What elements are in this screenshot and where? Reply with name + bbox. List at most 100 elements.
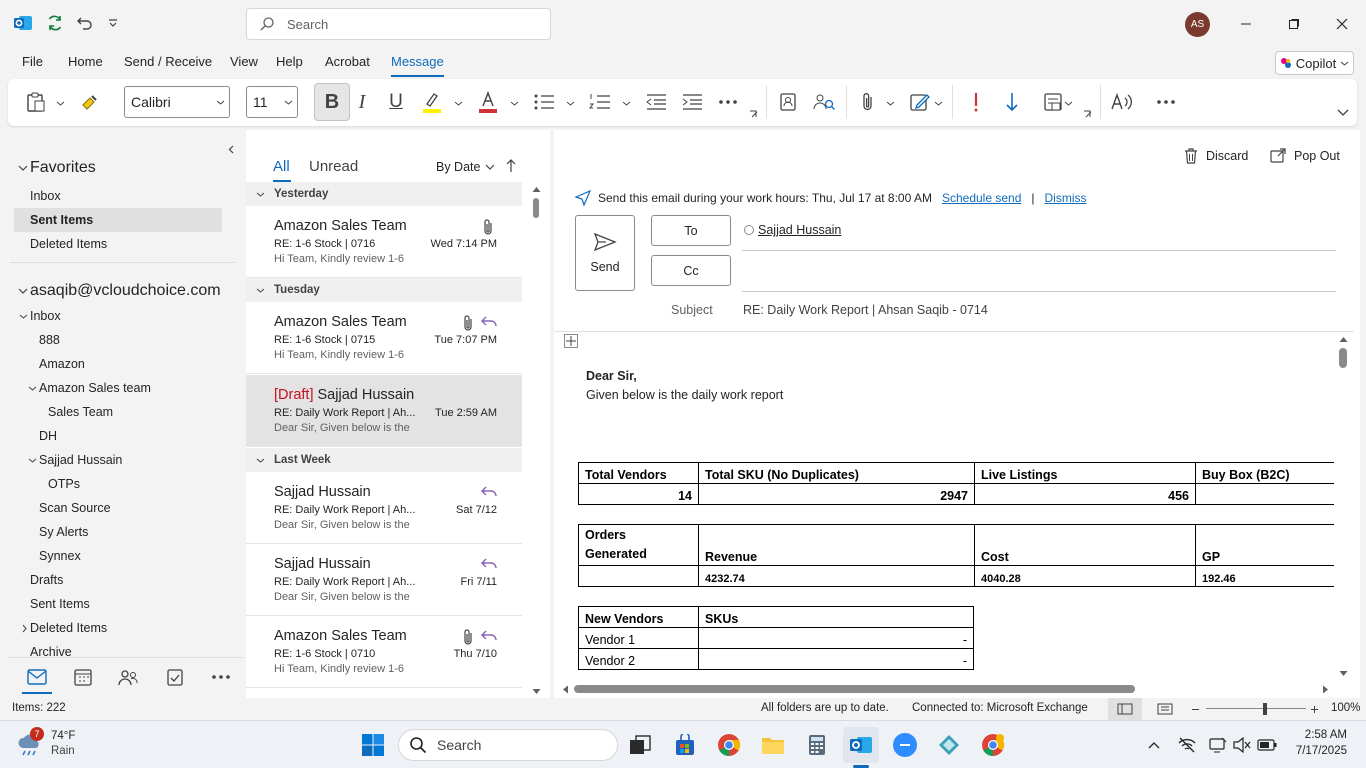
dismiss-link[interactable]: Dismiss bbox=[1045, 191, 1087, 205]
format-painter-icon[interactable] bbox=[76, 88, 104, 116]
message-item[interactable]: Sajjad Hussain RE: Daily Work Report | A… bbox=[246, 472, 522, 544]
paste-dropdown-icon[interactable] bbox=[54, 97, 66, 109]
folder-amazon-sales-team[interactable]: Amazon Sales team bbox=[26, 376, 151, 400]
copilot-button[interactable]: Copilot bbox=[1275, 51, 1354, 75]
folder-otps[interactable]: OTPs bbox=[48, 472, 80, 496]
numbering-icon[interactable] bbox=[586, 88, 614, 116]
fav-sent-items[interactable]: Sent Items bbox=[14, 208, 222, 232]
decrease-indent-icon[interactable] bbox=[642, 88, 670, 116]
scroll-right-icon[interactable] bbox=[1320, 684, 1330, 694]
search-box[interactable]: Search bbox=[246, 8, 551, 40]
folder-sajjad-hussain[interactable]: Sajjad Hussain bbox=[26, 448, 122, 472]
read-aloud-icon[interactable] bbox=[1108, 88, 1136, 116]
message-item[interactable]: Amazon Sales Team RE: 1-6 Stock | 0710 H… bbox=[246, 616, 522, 688]
menu-message[interactable]: Message bbox=[391, 54, 444, 77]
increase-indent-icon[interactable] bbox=[678, 88, 706, 116]
schedule-send-link[interactable]: Schedule send bbox=[942, 191, 1021, 205]
message-body[interactable]: Dear Sir, Given below is the daily work … bbox=[554, 332, 1334, 680]
weather-widget[interactable]: 7 74°F Rain bbox=[14, 727, 94, 763]
tab-all[interactable]: All bbox=[273, 158, 290, 175]
subject-field[interactable]: RE: Daily Work Report | Ahsan Saqib - 07… bbox=[743, 303, 988, 317]
menu-help[interactable]: Help bbox=[276, 54, 303, 72]
zoom-in-icon[interactable] bbox=[1308, 702, 1320, 716]
scroll-down-icon[interactable] bbox=[1338, 668, 1348, 678]
font-color-dropdown-icon[interactable] bbox=[508, 97, 520, 109]
templates-dropdown-icon[interactable] bbox=[1062, 97, 1074, 109]
send-button[interactable]: Send bbox=[575, 215, 635, 291]
underline-button[interactable]: U bbox=[384, 89, 408, 115]
body-vertical-scrollbar[interactable] bbox=[1336, 334, 1350, 680]
signature-icon[interactable] bbox=[906, 88, 934, 116]
discard-button[interactable]: Discard bbox=[1184, 148, 1248, 164]
fav-inbox[interactable]: Inbox bbox=[30, 184, 61, 208]
highlight-dropdown-icon[interactable] bbox=[452, 97, 464, 109]
folder-archive[interactable]: Archive bbox=[30, 644, 72, 656]
folder-888[interactable]: 888 bbox=[39, 328, 60, 352]
folder-sales-team[interactable]: Sales Team bbox=[48, 400, 113, 424]
normal-view-icon[interactable] bbox=[1108, 698, 1142, 720]
font-color-icon[interactable] bbox=[474, 88, 502, 116]
chrome-profile-icon[interactable] bbox=[975, 727, 1011, 763]
menu-view[interactable]: View bbox=[230, 54, 258, 72]
address-book-icon[interactable] bbox=[774, 88, 802, 116]
zoom-app-icon[interactable] bbox=[887, 727, 923, 763]
clock-time[interactable]: 2:58 AM bbox=[1291, 729, 1347, 741]
folder-synnex[interactable]: Synnex bbox=[39, 544, 81, 568]
undo-icon[interactable] bbox=[74, 12, 96, 34]
scroll-up-icon[interactable] bbox=[531, 184, 541, 194]
file-explorer-icon[interactable] bbox=[755, 727, 791, 763]
sort-direction-icon[interactable] bbox=[504, 158, 518, 174]
tasks-icon[interactable] bbox=[164, 666, 186, 688]
pop-out-button[interactable]: Pop Out bbox=[1270, 148, 1340, 163]
recipient-chip[interactable]: Sajjad Hussain bbox=[744, 223, 841, 237]
more-apps-icon[interactable] bbox=[210, 666, 232, 688]
battery-icon[interactable] bbox=[1256, 735, 1278, 755]
bold-button[interactable]: B bbox=[314, 83, 350, 121]
more-formatting-icon[interactable] bbox=[714, 88, 742, 116]
menu-send-receive[interactable]: Send / Receive bbox=[124, 54, 212, 72]
minimize-icon[interactable] bbox=[1236, 14, 1256, 34]
scroll-down-icon[interactable] bbox=[531, 686, 541, 696]
chrome-icon[interactable] bbox=[711, 727, 747, 763]
start-button[interactable] bbox=[355, 727, 391, 763]
body-horizontal-scrollbar[interactable] bbox=[560, 682, 1332, 696]
menu-acrobat[interactable]: Acrobat bbox=[325, 54, 370, 72]
scroll-up-icon[interactable] bbox=[1338, 334, 1348, 344]
menu-file[interactable]: File bbox=[22, 54, 43, 72]
bullets-dropdown-icon[interactable] bbox=[564, 97, 576, 109]
font-size-combo[interactable]: 11 bbox=[246, 86, 298, 118]
group-header[interactable]: Last Week bbox=[246, 448, 522, 472]
collapse-pane-icon[interactable] bbox=[224, 142, 238, 156]
scroll-thumb[interactable] bbox=[574, 685, 1135, 693]
attach-dropdown-icon[interactable] bbox=[884, 97, 896, 109]
bullets-icon[interactable] bbox=[530, 88, 558, 116]
network-icon[interactable] bbox=[1177, 735, 1197, 755]
table-move-handle-icon[interactable] bbox=[564, 334, 578, 348]
low-importance-icon[interactable] bbox=[998, 88, 1026, 116]
paste-icon[interactable] bbox=[22, 88, 50, 116]
folder-scan-source[interactable]: Scan Source bbox=[39, 496, 111, 520]
favorites-header[interactable]: Favorites bbox=[16, 156, 236, 180]
calendar-icon[interactable] bbox=[72, 666, 94, 688]
fav-deleted-items[interactable]: Deleted Items bbox=[30, 232, 107, 256]
folder-sy-alerts[interactable]: Sy Alerts bbox=[39, 520, 88, 544]
clock-date[interactable]: 7/17/2025 bbox=[1286, 745, 1347, 757]
signature-dropdown-icon[interactable] bbox=[932, 97, 944, 109]
folder-dh[interactable]: DH bbox=[39, 424, 57, 448]
tab-unread[interactable]: Unread bbox=[309, 158, 358, 175]
task-view-icon[interactable] bbox=[622, 727, 658, 763]
zoom-slider[interactable] bbox=[1206, 708, 1306, 709]
dialog-launcher-icon[interactable] bbox=[1082, 109, 1092, 119]
display-icon[interactable] bbox=[1208, 735, 1228, 755]
folder-amazon[interactable]: Amazon bbox=[39, 352, 85, 376]
taskbar-search[interactable]: Search bbox=[398, 729, 618, 761]
zoom-slider-thumb[interactable] bbox=[1262, 703, 1267, 715]
sort-by-date[interactable]: By Date bbox=[436, 160, 495, 174]
high-importance-icon[interactable] bbox=[962, 88, 990, 116]
list-scrollbar[interactable] bbox=[530, 184, 542, 696]
volume-muted-icon[interactable] bbox=[1232, 735, 1252, 755]
menu-home[interactable]: Home bbox=[68, 54, 103, 72]
highlight-icon[interactable] bbox=[418, 88, 446, 116]
app-icon[interactable] bbox=[931, 727, 967, 763]
font-name-combo[interactable]: Calibri bbox=[124, 86, 230, 118]
